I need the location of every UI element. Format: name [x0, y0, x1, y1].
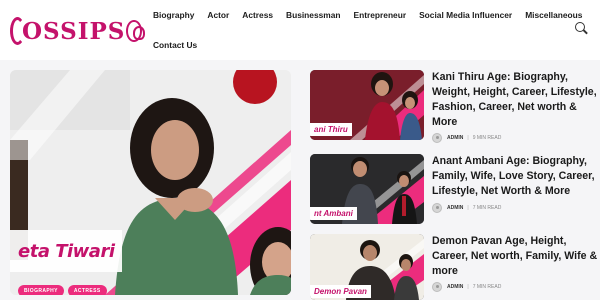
thumbnail-name-label: nt Ambani	[310, 207, 357, 220]
post-thumbnail[interactable]: nt Ambani	[310, 154, 424, 224]
post-thumbnail[interactable]: Demon Pavan	[310, 234, 424, 300]
nav-item-entrepreneur[interactable]: Entrepreneur	[354, 10, 407, 20]
post-meta: ADMIN | 7 MIN READ	[432, 282, 501, 292]
badge-actress[interactable]: ACTRESS	[67, 285, 107, 295]
nav-item-actor[interactable]: Actor	[207, 10, 229, 20]
nav-item-biography[interactable]: Biography	[153, 10, 194, 20]
search-icon[interactable]	[575, 22, 588, 35]
post-title[interactable]: Demon Pavan Age, Height, Career, Net wor…	[432, 234, 598, 279]
list-item[interactable]: Demon Pavan Demon Pavan Age, Height, Car…	[310, 234, 600, 300]
post-meta: ADMIN | 9 MIN READ	[432, 133, 501, 143]
thumbnail-name-label: ani Thiru	[310, 123, 352, 136]
nav-item-actress[interactable]: Actress	[242, 10, 273, 20]
post-title[interactable]: Anant Ambani Age: Biography, Family, Wif…	[432, 154, 598, 199]
list-item[interactable]: ani Thiru Kani Thiru Age: Biography, Wei…	[310, 70, 600, 143]
logo-text: OSSIPS	[22, 17, 126, 45]
featured-post[interactable]: eta Tiwari BIOGRAPHY ACTRESS	[10, 70, 291, 295]
meta-separator: |	[467, 135, 469, 141]
meta-separator: |	[467, 284, 469, 290]
post-read-time: 7 MIN READ	[472, 205, 502, 211]
featured-badges: BIOGRAPHY ACTRESS	[18, 285, 107, 295]
post-read-time: 9 MIN READ	[472, 135, 502, 141]
author-avatar-icon	[432, 133, 442, 143]
post-author[interactable]: ADMIN	[447, 205, 463, 211]
site-logo[interactable]: OSSIPS	[10, 14, 145, 48]
badge-biography[interactable]: BIOGRAPHY	[18, 285, 64, 295]
post-author[interactable]: ADMIN	[447, 135, 463, 141]
thumbnail-name-label: Demon Pavan	[310, 285, 371, 298]
logo-face-icon	[126, 20, 145, 42]
featured-name-text: eta Tiwari	[18, 240, 115, 262]
post-author[interactable]: ADMIN	[447, 284, 463, 290]
nav-row-2: Contact Us	[153, 36, 210, 54]
site-header: OSSIPS Biography Actor Actress Businessm…	[0, 0, 600, 60]
page: OSSIPS Biography Actor Actress Businessm…	[0, 0, 600, 300]
author-avatar-icon	[432, 203, 442, 213]
post-thumbnail[interactable]: ani Thiru	[310, 70, 424, 140]
nav-item-businessman[interactable]: Businessman	[286, 10, 340, 20]
post-meta: ADMIN | 7 MIN READ	[432, 203, 501, 213]
featured-name-overlay: eta Tiwari	[10, 230, 122, 272]
nav-item-miscellaneous[interactable]: Miscellaneous	[525, 10, 582, 20]
nav-row-1: Biography Actor Actress Businessman Entr…	[153, 6, 582, 24]
post-read-time: 7 MIN READ	[472, 284, 502, 290]
main-nav: Biography Actor Actress Businessman Entr…	[153, 6, 582, 50]
list-item[interactable]: nt Ambani Anant Ambani Age: Biography, F…	[310, 154, 600, 224]
nav-item-social-media-influencer[interactable]: Social Media Influencer	[419, 10, 512, 20]
post-title[interactable]: Kani Thiru Age: Biography, Weight, Heigh…	[432, 70, 598, 130]
meta-separator: |	[467, 205, 469, 211]
nav-item-contact-us[interactable]: Contact Us	[153, 40, 197, 50]
author-avatar-icon	[432, 282, 442, 292]
